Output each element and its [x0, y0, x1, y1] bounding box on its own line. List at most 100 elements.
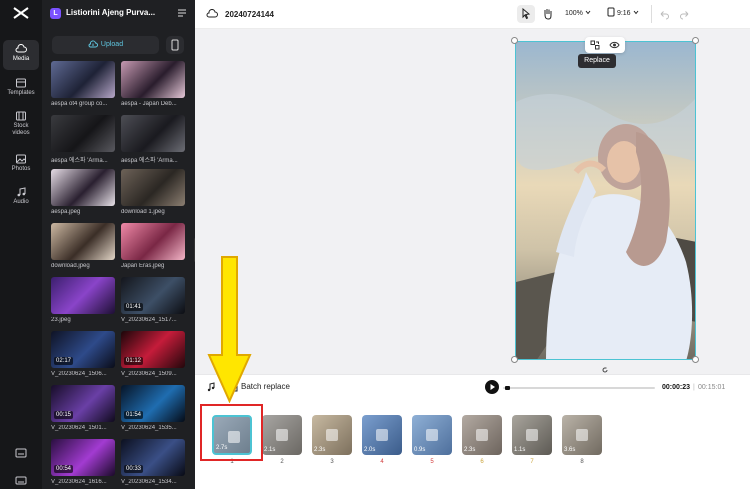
media-tile-name: V_20230624_1517...	[121, 317, 177, 323]
media-tile[interactable]	[121, 169, 185, 206]
media-tile[interactable]	[121, 223, 185, 260]
timeline-clip[interactable]: 0.9s	[412, 415, 452, 455]
scrubber-knob[interactable]	[505, 386, 510, 390]
preview-canvas: Replace	[195, 29, 750, 374]
media-tile[interactable]	[121, 61, 185, 98]
playback-scrubber[interactable]	[503, 386, 655, 390]
media-tile[interactable]: 00:33	[121, 439, 185, 476]
eye-icon[interactable]	[609, 40, 620, 50]
project-title[interactable]: 20240724144	[225, 10, 274, 19]
media-tile-name: 23.jpeg	[51, 317, 71, 323]
keyboard-icon[interactable]	[15, 474, 27, 486]
cloud-upload-icon	[88, 40, 98, 48]
media-tile-name: V_20230624_1616...	[51, 479, 107, 485]
rail-item-label: Audio	[13, 199, 29, 205]
replace-slot-icon	[376, 429, 388, 441]
resize-handle[interactable]	[692, 356, 699, 363]
media-tile[interactable]	[51, 223, 115, 260]
rail-item-photos[interactable]: Photos	[3, 150, 39, 180]
media-duration: 01:41	[124, 303, 144, 311]
replace-slot-icon	[576, 429, 588, 441]
media-tile[interactable]	[121, 115, 185, 152]
timeline-clip[interactable]: 2.3s	[312, 415, 352, 455]
replace-icon[interactable]	[590, 40, 600, 50]
phone-upload-button[interactable]	[166, 36, 184, 54]
clip-duration: 1.1s	[514, 447, 526, 453]
select-tool-button[interactable]	[517, 5, 535, 23]
timeline-clip[interactable]: 2.1s	[262, 415, 302, 455]
upload-button[interactable]: Upload	[52, 36, 159, 54]
clip-number: 5	[430, 459, 434, 465]
audio-icon	[17, 187, 26, 197]
media-tile[interactable]: 00:54	[51, 439, 115, 476]
media-tile[interactable]	[51, 169, 115, 206]
media-tile-name: Japan Eras.jpeg	[121, 263, 165, 269]
arrow-down-icon	[207, 256, 252, 403]
clip-number: 8	[580, 459, 584, 465]
zoom-dropdown[interactable]: 100%	[565, 5, 599, 23]
rail-item-stock-videos[interactable]: Stock videos	[3, 107, 39, 143]
timeline-clip[interactable]: 3.6s	[562, 415, 602, 455]
replace-slot-icon	[426, 429, 438, 441]
media-panel: L Listiorini Ajeng Purva... Upload aespa…	[42, 0, 195, 489]
rail-item-templates[interactable]: Templates	[3, 74, 39, 104]
media-duration: 01:54	[124, 411, 144, 419]
cloud-save-icon[interactable]	[206, 9, 218, 19]
chevron-down-icon	[633, 10, 638, 15]
left-rail: Media Templates Stock videos Photos Audi…	[0, 0, 42, 489]
preview-frame[interactable]	[515, 41, 696, 360]
media-tile[interactable]: 01:12	[121, 331, 185, 368]
redo-button[interactable]	[679, 5, 691, 23]
hand-icon	[544, 9, 552, 20]
media-tile[interactable]: 01:41	[121, 277, 185, 314]
rotate-icon[interactable]	[601, 366, 609, 374]
clip-duration: 2.3s	[464, 447, 476, 453]
resize-handle[interactable]	[511, 37, 518, 44]
timeline-clip[interactable]: 2.3s	[462, 415, 502, 455]
media-tile[interactable]	[51, 277, 115, 314]
clip-duration: 0.9s	[414, 447, 426, 453]
rail-item-label: Photos	[11, 166, 31, 172]
timeline-clip[interactable]: 2.0s	[362, 415, 402, 455]
rail-item-audio[interactable]: Audio	[3, 183, 39, 213]
subtitles-icon[interactable]	[15, 447, 27, 459]
clip-number: 7	[530, 459, 534, 465]
aspect-ratio-dropdown[interactable]: 9:16	[607, 5, 643, 23]
pointer-icon	[522, 7, 531, 20]
resize-handle[interactable]	[511, 356, 518, 363]
upload-label: Upload	[100, 41, 124, 48]
timeline-panel: Batch replace 00:00:23 | 00:15:01 2.7s 2…	[195, 374, 750, 489]
replace-slot-icon	[326, 429, 338, 441]
menu-icon[interactable]	[177, 8, 187, 18]
hand-tool-button[interactable]	[539, 5, 557, 23]
time-separator: |	[693, 384, 695, 391]
zoom-value: 100%	[565, 10, 583, 17]
media-tile[interactable]: 00:15	[51, 385, 115, 422]
current-time: 00:00:23	[662, 384, 691, 391]
media-tile-name: aespa - Japan Deb...	[121, 101, 177, 107]
project-header[interactable]: L Listiorini Ajeng Purva...	[50, 6, 190, 20]
resize-handle[interactable]	[692, 37, 699, 44]
media-tile-name: V_20230624_1534...	[121, 479, 177, 485]
replace-slot-icon	[526, 429, 538, 441]
media-duration: 00:15	[54, 411, 74, 419]
undo-button[interactable]	[658, 5, 670, 23]
project-name[interactable]: Listiorini Ajeng Purva...	[66, 8, 174, 17]
media-tile-name: V_20230624_1535...	[121, 425, 177, 431]
media-duration: 01:12	[124, 357, 144, 365]
media-tile[interactable]: 01:54	[121, 385, 185, 422]
media-tile-name: download.jpeg	[51, 263, 90, 269]
photos-icon	[16, 154, 26, 164]
highlight-box	[200, 404, 263, 461]
play-button[interactable]	[485, 380, 499, 394]
media-tile-name: aespa ot4 group co...	[51, 101, 108, 107]
clip-number: 6	[480, 459, 484, 465]
toolbar-divider	[651, 5, 652, 23]
media-tile[interactable]	[51, 115, 115, 152]
capcut-logo-icon[interactable]	[12, 6, 30, 22]
rail-item-media[interactable]: Media	[3, 40, 39, 70]
media-tile[interactable]: 02:17	[51, 331, 115, 368]
media-tile[interactable]	[51, 61, 115, 98]
stock-videos-icon	[16, 111, 26, 121]
timeline-clip[interactable]: 1.1s	[512, 415, 552, 455]
